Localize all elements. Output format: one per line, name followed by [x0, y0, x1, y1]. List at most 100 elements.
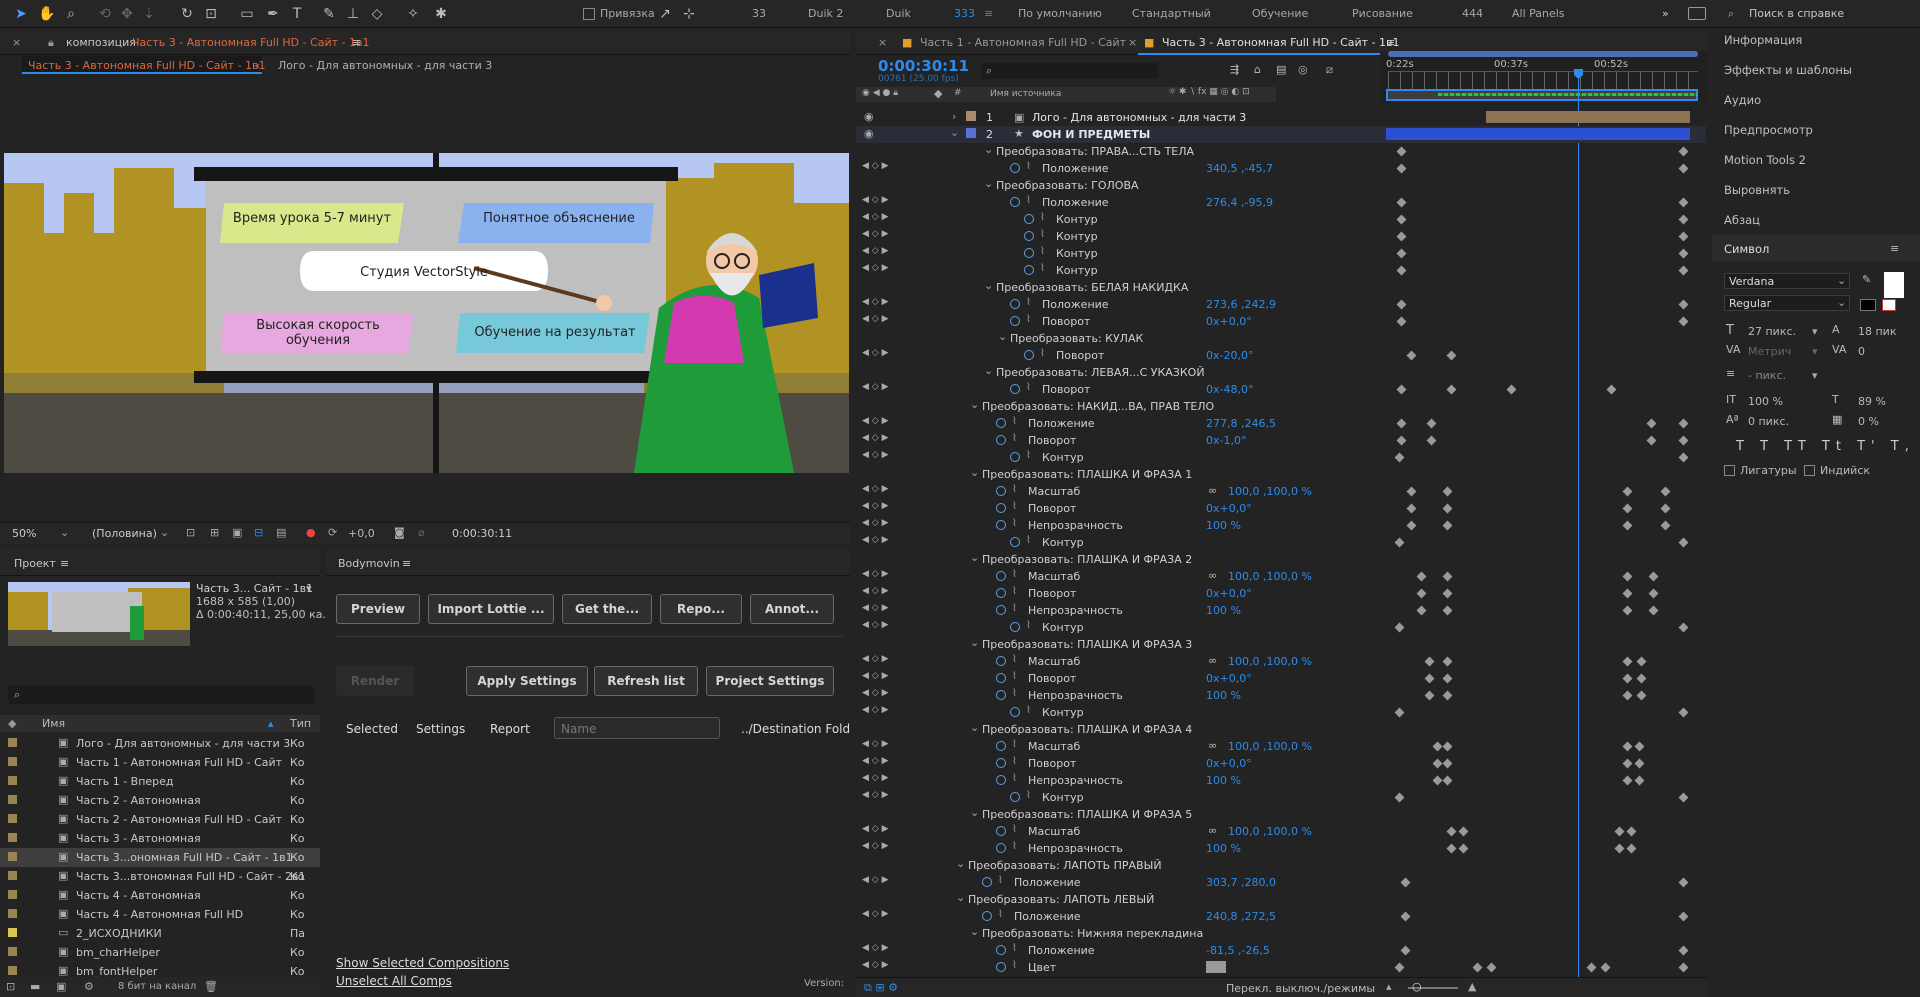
graph-icon[interactable]: ⌇ — [1012, 688, 1017, 699]
show-snapshot-icon[interactable]: ⌀ — [418, 526, 425, 539]
motion-tools-panel[interactable]: Motion Tools 2 — [1724, 153, 1806, 167]
project-item-label-color[interactable] — [8, 795, 17, 804]
property-row[interactable]: ◀ ◇ ▶ ⌇ Контур — [856, 211, 1708, 228]
graph-icon[interactable]: ⌇ — [1012, 518, 1017, 529]
layer2-bar[interactable] — [1386, 128, 1690, 140]
keyframe-icon[interactable] — [1400, 945, 1411, 956]
keyframe-nav-icon[interactable]: ◀ ◇ ▶ — [862, 705, 889, 715]
comp-info-chevron-icon[interactable]: ▾ — [306, 582, 312, 595]
property-row[interactable]: ◀ ◇ ▶ ⌇ Положение -81,5 ,-26,5 — [856, 942, 1708, 959]
keyframe-icon[interactable] — [1396, 248, 1407, 259]
property-row[interactable]: ◀ ◇ ▶ ⌇ Положение 303,7 ,280,0 — [856, 874, 1708, 891]
graph-icon[interactable]: ⌇ — [1040, 348, 1045, 359]
property-group-row[interactable]: ⌄ Преобразовать: ПРАВА...СТЬ ТЕЛА — [856, 143, 1708, 160]
fill-color-swatch[interactable] — [1884, 272, 1904, 298]
keyframe-icon[interactable] — [1634, 741, 1645, 752]
keyframe-nav-icon[interactable]: ◀ ◇ ▶ — [862, 569, 889, 579]
property-group-row[interactable]: ⌄ Преобразовать: ПЛАШКА И ФРАЗА 4 — [856, 721, 1708, 738]
project-item[interactable]: ▣ Часть 1 - Вперед Ко — [0, 772, 320, 791]
expand-chevron-icon[interactable]: ⌄ — [984, 177, 993, 190]
keyframe-nav-icon[interactable]: ◀ ◇ ▶ — [862, 501, 889, 511]
keyframe-icon[interactable] — [1648, 588, 1659, 599]
stopwatch-icon[interactable] — [1024, 350, 1034, 360]
keyframe-nav-icon[interactable]: ◀ ◇ ▶ — [862, 773, 889, 783]
property-row[interactable]: ◀ ◇ ▶ ⌇ Контур — [856, 534, 1708, 551]
property-row[interactable]: ◀ ◇ ▶ ⌇ Масштаб ∞ 100,0 ,100,0 % — [856, 568, 1708, 585]
zoom-tool-icon[interactable]: ⌕ — [62, 5, 80, 23]
keyframe-icon[interactable] — [1622, 775, 1633, 786]
project-item-label-color[interactable] — [8, 890, 17, 899]
rotate-tool-icon[interactable]: ↻ — [178, 5, 196, 23]
resolution-select[interactable]: (Половина) — [92, 527, 157, 540]
property-row[interactable]: ◀ ◇ ▶ ⌇ Непрозрачность 100 % — [856, 772, 1708, 789]
property-group-row[interactable]: ⌄ Преобразовать: ЛЕВАЯ...С УКАЗКОЙ — [856, 364, 1708, 381]
keyframe-icon[interactable] — [1636, 656, 1647, 667]
stopwatch-icon[interactable] — [996, 656, 1006, 666]
constrain-proportions-icon[interactable]: ∞ — [1208, 739, 1217, 752]
property-row[interactable]: ◀ ◇ ▶ ⌇ Контур — [856, 228, 1708, 245]
project-item[interactable]: ▣ Часть 3 - Автономная Ко — [0, 829, 320, 848]
keyframe-icon[interactable] — [1396, 316, 1407, 327]
switches-header-icons[interactable]: ☼ ✱ ∖ fx ▦ ◎ ◐ ⊡ — [1168, 87, 1250, 97]
layer2-name[interactable]: ФОН И ПРЕДМЕТЫ — [1032, 128, 1150, 141]
keyframe-icon[interactable] — [1622, 588, 1633, 599]
property-group-row[interactable]: ⌄ Преобразовать: ГОЛОВА — [856, 177, 1708, 194]
stopwatch-icon[interactable] — [1024, 248, 1034, 258]
constrain-proportions-icon[interactable]: ∞ — [1208, 654, 1217, 667]
snapshot-icon[interactable]: ◙ — [394, 526, 405, 539]
keyframe-icon[interactable] — [1678, 435, 1689, 446]
property-value[interactable]: 100,0 ,100,0 % — [1228, 825, 1312, 838]
rectangle-tool-icon[interactable]: ▭ — [238, 5, 256, 23]
panel-menu-icon[interactable]: ≡ — [352, 36, 361, 49]
draft-3d-icon[interactable]: ⌂ — [1254, 63, 1261, 76]
keyframe-icon[interactable] — [1678, 214, 1689, 225]
project-item[interactable]: ▭ 2_ИСХОДНИКИ Па — [0, 924, 320, 943]
property-value[interactable]: 100,0 ,100,0 % — [1228, 655, 1312, 668]
graph-icon[interactable]: ⌇ — [1040, 229, 1045, 240]
timeline-tab1[interactable]: Часть 1 - Автономная Full HD - Сайт — [920, 36, 1126, 49]
property-value[interactable]: 100,0 ,100,0 % — [1228, 485, 1312, 498]
interpret-icon[interactable]: ⊡ — [6, 980, 15, 993]
keyframe-icon[interactable] — [1458, 843, 1469, 854]
zoom-slider-knob[interactable]: ○ — [1412, 980, 1422, 993]
property-row[interactable]: ◀ ◇ ▶ ⌇ Масштаб ∞ 100,0 ,100,0 % — [856, 483, 1708, 500]
stopwatch-icon[interactable] — [982, 911, 992, 921]
keyframe-nav-icon[interactable]: ◀ ◇ ▶ — [862, 450, 889, 460]
pen-tool-icon[interactable]: ✒ — [264, 5, 282, 23]
stopwatch-icon[interactable] — [1010, 707, 1020, 717]
project-item-label-color[interactable] — [8, 852, 17, 861]
paragraph-panel[interactable]: Абзац — [1724, 213, 1760, 227]
stopwatch-icon[interactable] — [996, 775, 1006, 785]
stopwatch-icon[interactable] — [996, 690, 1006, 700]
shy-icon[interactable]: ▤ — [1276, 63, 1286, 76]
report-button[interactable]: Repo... — [660, 594, 742, 624]
tracking-value[interactable]: 0 — [1858, 345, 1865, 358]
workspace-33[interactable]: 33 — [752, 7, 766, 20]
source-name-header[interactable]: Имя источника — [990, 89, 1061, 99]
project-item[interactable]: ▣ Часть 4 - Автономная Full HD Ко — [0, 905, 320, 924]
keyframe-nav-icon[interactable]: ◀ ◇ ▶ — [862, 586, 889, 596]
project-item[interactable]: ▣ bm_charHelper Ко — [0, 943, 320, 962]
property-row[interactable]: ◀ ◇ ▶ ⌇ Контур — [856, 449, 1708, 466]
graph-icon[interactable]: ⌇ — [1012, 756, 1017, 767]
stopwatch-icon[interactable] — [1010, 316, 1020, 326]
graph-icon[interactable]: ⌇ — [1026, 314, 1031, 325]
property-value[interactable]: 100 % — [1206, 774, 1241, 787]
keyframe-icon[interactable] — [1396, 299, 1407, 310]
keyframe-icon[interactable] — [1396, 231, 1407, 242]
project-item-label-color[interactable] — [8, 928, 17, 937]
keyframe-icon[interactable] — [1622, 605, 1633, 616]
hindi-checkbox[interactable] — [1804, 465, 1815, 476]
baseline-value[interactable]: 0 пикс. — [1748, 415, 1789, 428]
layer1-name[interactable]: Лого - Для автономных - для части 3 — [1032, 111, 1246, 124]
property-value[interactable]: 303,7 ,280,0 — [1206, 876, 1276, 889]
keyframe-nav-icon[interactable]: ◀ ◇ ▶ — [862, 229, 889, 239]
keyframe-icon[interactable] — [1678, 707, 1689, 718]
keyframe-nav-icon[interactable]: ◀ ◇ ▶ — [862, 739, 889, 749]
graph-icon[interactable]: ⌇ — [1012, 773, 1017, 784]
keyframe-nav-icon[interactable]: ◀ ◇ ▶ — [862, 943, 889, 953]
keyframe-icon[interactable] — [1406, 486, 1417, 497]
property-group-row[interactable]: ⌄ Преобразовать: КУЛАК — [856, 330, 1708, 347]
property-row[interactable]: ◀ ◇ ▶ ⌇ Поворот 0x+0,0° — [856, 670, 1708, 687]
name-column-header[interactable]: Имя — [42, 717, 65, 730]
